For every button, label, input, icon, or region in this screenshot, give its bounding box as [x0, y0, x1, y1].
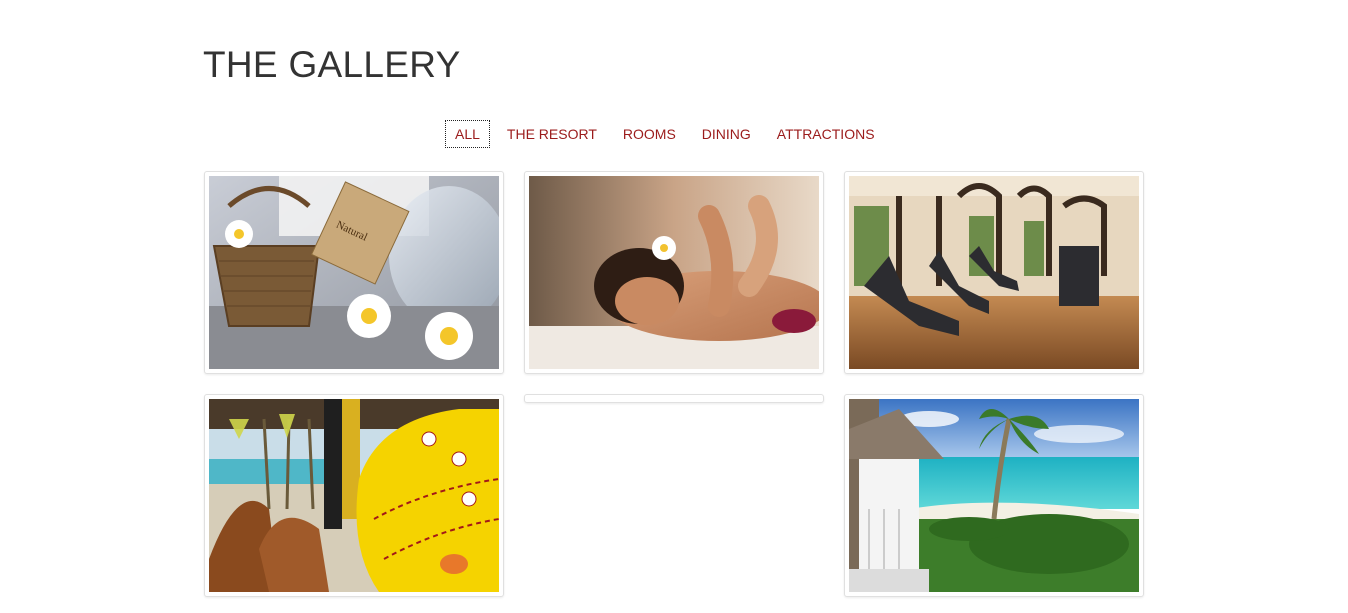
- gallery-item-massage[interactable]: [524, 171, 824, 374]
- massage-photo: [529, 176, 819, 369]
- gallery-item-spa-products[interactable]: Natural: [204, 171, 504, 374]
- spa-products-photo: Natural: [209, 176, 499, 369]
- gallery-item-fitness-center[interactable]: [844, 171, 1144, 374]
- gallery-item-empty[interactable]: [524, 394, 824, 403]
- page-title: THE GALLERY: [203, 44, 461, 85]
- gallery-item-beach-gazebo[interactable]: [844, 394, 1144, 597]
- filter-dining[interactable]: DINING: [693, 120, 760, 148]
- gallery-item-beach-watersports[interactable]: [204, 394, 504, 597]
- beach-gazebo-photo: [849, 399, 1139, 592]
- fitness-center-photo: [849, 176, 1139, 369]
- gallery-filter-bar: ALL THE RESORT ROOMS DINING ATTRACTIONS: [445, 120, 892, 148]
- filter-the-resort[interactable]: THE RESORT: [498, 120, 606, 148]
- filter-rooms[interactable]: ROOMS: [614, 120, 685, 148]
- filter-attractions[interactable]: ATTRACTIONS: [768, 120, 884, 148]
- gallery-page: THE GALLERY ALL THE RESORT ROOMS DINING …: [0, 0, 1348, 613]
- beach-watersports-photo: [209, 399, 499, 592]
- filter-all[interactable]: ALL: [445, 120, 490, 148]
